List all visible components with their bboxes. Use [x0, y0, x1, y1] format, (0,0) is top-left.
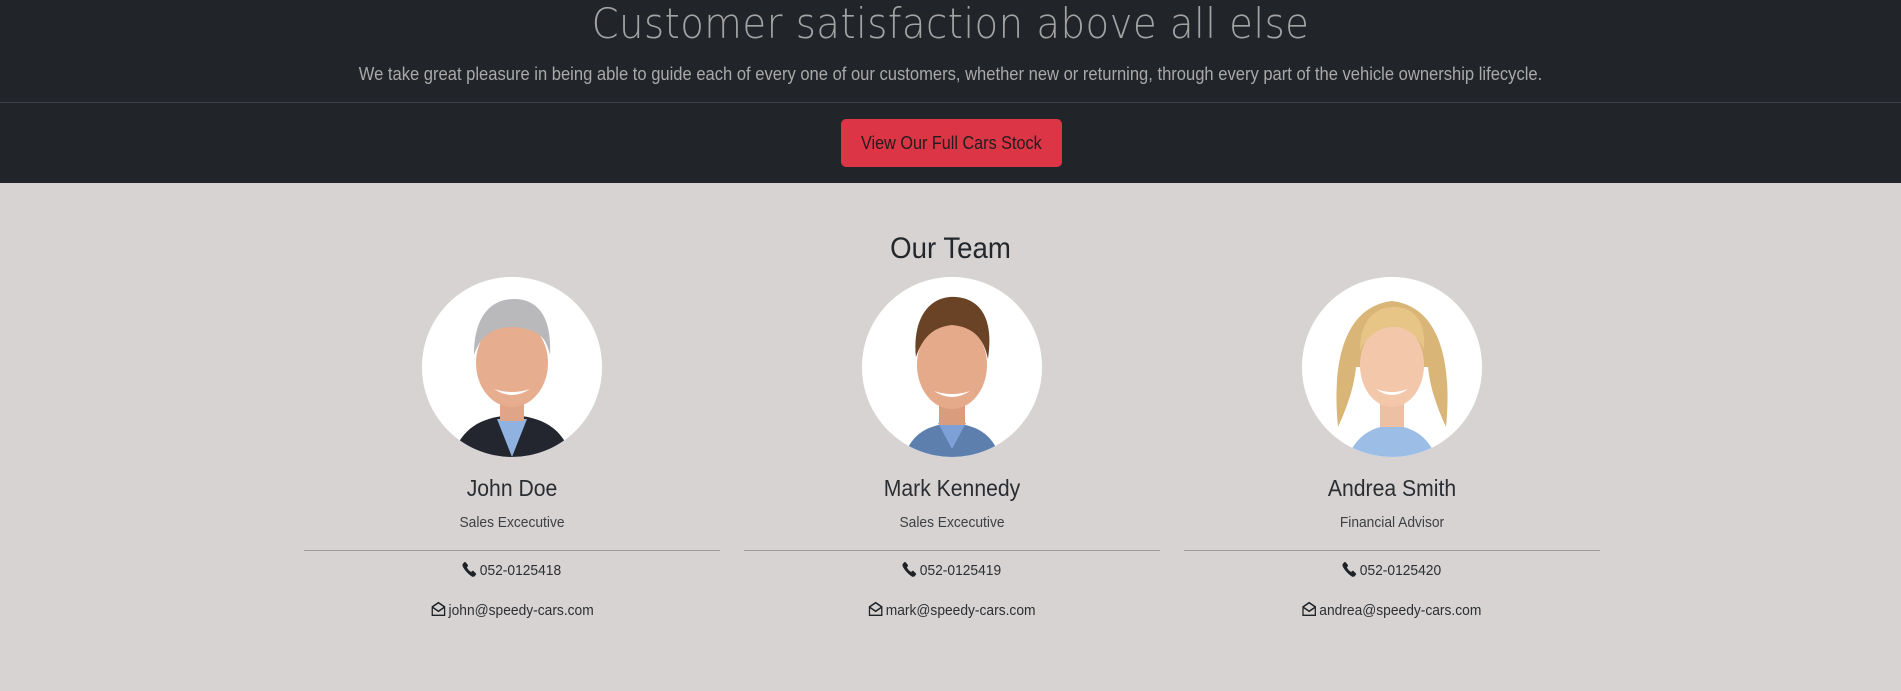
view-stock-button-label: View Our Full Cars Stock — [861, 133, 1042, 153]
hero-section: Customer satisfaction above all else We … — [0, 0, 1901, 183]
member-role: Sales Excecutive — [899, 514, 1005, 531]
member-phone-text: 052-0125419 — [920, 562, 1002, 579]
member-phone-text: 052-0125418 — [480, 562, 562, 579]
member-email-link[interactable]: andrea@speedy-cars.com — [1320, 602, 1482, 619]
phone-icon — [902, 561, 917, 577]
team-section: Our Team John Doe Sales Excecutive 052-0… — [0, 183, 1901, 691]
member-divider — [304, 550, 720, 551]
member-phone: 052-0125419 — [744, 561, 1160, 581]
avatar — [862, 277, 1042, 457]
phone-icon — [462, 561, 477, 577]
team-member-card: Andrea Smith Financial Advisor 052-01254… — [1184, 277, 1600, 657]
member-email: mark@speedy-cars.com — [744, 601, 1160, 621]
member-email-link[interactable]: mark@speedy-cars.com — [886, 602, 1036, 619]
team-member-card: Mark Kennedy Sales Excecutive 052-012541… — [744, 277, 1160, 657]
member-divider — [1184, 550, 1600, 551]
member-phone: 052-0125418 — [304, 561, 720, 581]
member-phone: 052-0125420 — [1184, 561, 1600, 581]
avatar — [1302, 277, 1482, 457]
team-title: Our Team — [890, 232, 1011, 265]
member-divider — [744, 550, 1160, 551]
hero-title: Customer satisfaction above all else — [591, 0, 1310, 48]
envelope-open-icon — [1302, 601, 1317, 616]
envelope-open-icon — [431, 601, 445, 616]
member-email: andrea@speedy-cars.com — [1184, 601, 1600, 621]
portrait-young-man — [862, 277, 1042, 457]
member-role: Financial Advisor — [1339, 514, 1445, 531]
portrait-woman — [1302, 277, 1482, 457]
team-member-card: John Doe Sales Excecutive 052-0125418 jo… — [304, 277, 720, 657]
view-stock-button[interactable]: View Our Full Cars Stock — [841, 119, 1062, 167]
hero-divider — [0, 102, 1901, 103]
portrait-older-man — [422, 277, 602, 457]
member-name: Mark Kennedy — [883, 475, 1021, 501]
hero-subtitle: We take great pleasure in being able to … — [358, 64, 1543, 84]
member-email: john@speedy-cars.com — [304, 601, 720, 621]
member-name: John Doe — [466, 475, 558, 501]
member-email-link[interactable]: john@speedy-cars.com — [448, 602, 593, 619]
member-role: Sales Excecutive — [459, 514, 565, 531]
member-phone-text: 052-0125420 — [1360, 562, 1442, 579]
envelope-open-icon — [868, 601, 883, 616]
phone-icon — [1342, 561, 1357, 577]
member-name: Andrea Smith — [1327, 475, 1457, 501]
avatar — [422, 277, 602, 457]
